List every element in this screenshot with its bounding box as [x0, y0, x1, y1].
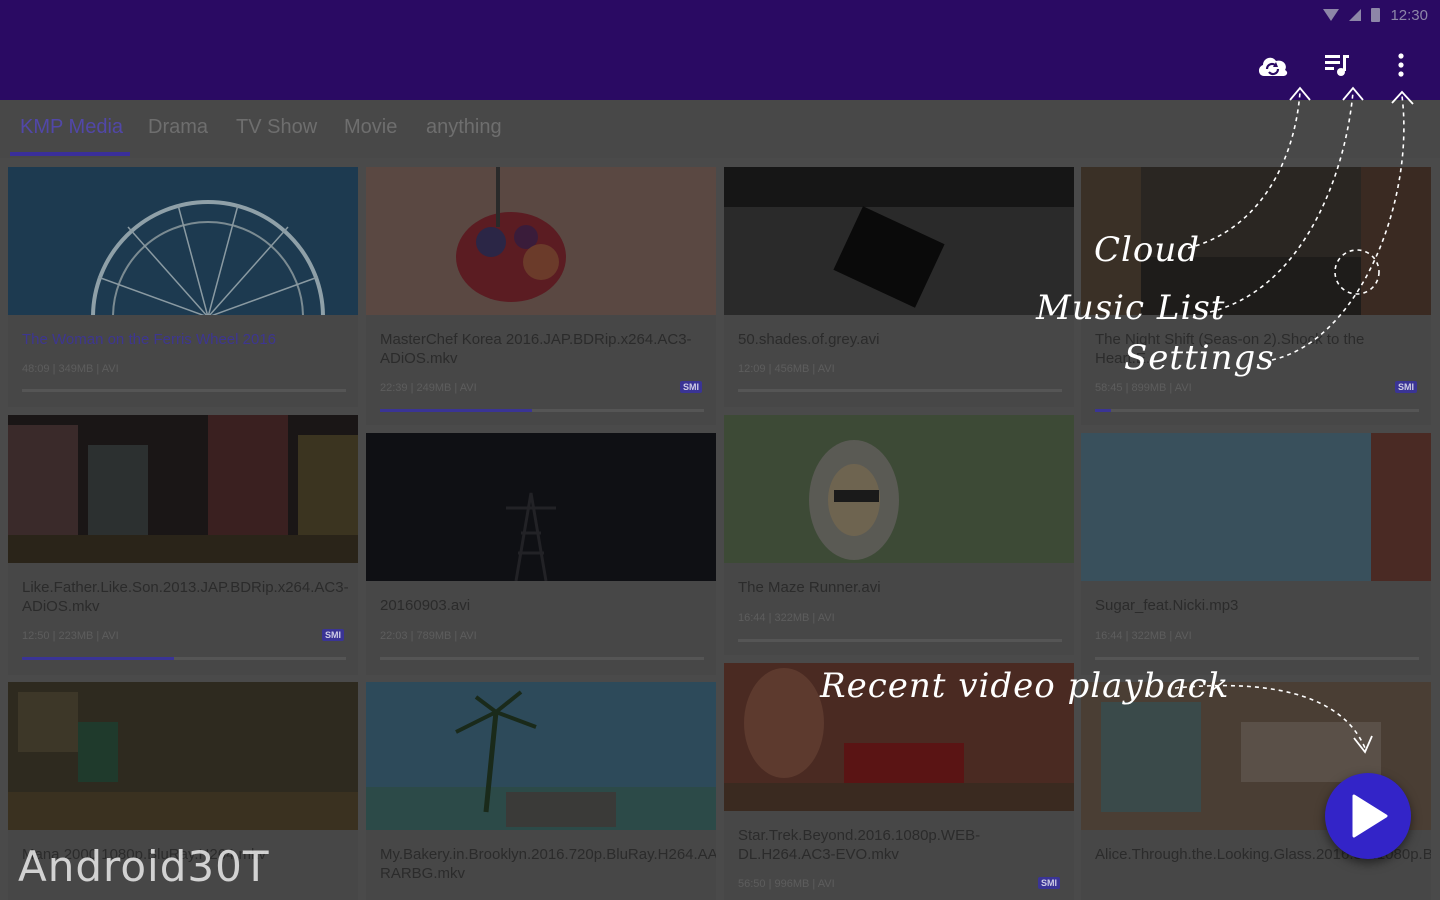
thumbnail-berries: [366, 167, 716, 315]
media-title: 50.shades.of.grey.avi: [738, 331, 880, 348]
tab-kmp-media[interactable]: KMP Media: [20, 116, 123, 139]
watch-progress: [738, 639, 1062, 642]
category-tabs: KMP Media Drama TV Show Movie anything: [0, 100, 1440, 158]
media-card[interactable]: 20160903.avi 22:03 | 789MB | AVI: [366, 433, 716, 675]
annotation-recent-playback: Recent video playback: [820, 666, 1230, 706]
media-meta: 16:44 | 322MB | AVI: [738, 612, 835, 624]
wifi-icon: [1323, 9, 1340, 21]
subtitle-badge: SMI: [1394, 381, 1417, 393]
thumbnail-sky-building: [1081, 433, 1431, 581]
media-title: 20160903.avi: [380, 597, 471, 614]
media-title: MasterChef Korea 2016.JAP.BDRip.x264.AC3…: [380, 331, 692, 367]
status-time: 12:30: [1390, 6, 1428, 24]
annotation-cloud: Cloud: [1094, 230, 1201, 270]
media-meta: 22:39 | 249MB | AVI: [380, 382, 477, 394]
cloud-button[interactable]: [1256, 48, 1290, 82]
watch-progress: [738, 389, 1062, 392]
thumbnail-ferris-wheel: [8, 167, 358, 315]
media-meta: 22:03 | 789MB | AVI: [380, 630, 477, 642]
media-title: Sugar_feat.Nicki.mp3: [1095, 597, 1239, 614]
app-screen: 12:30 KMP Media Drama TV Show Movie anyt…: [0, 0, 1440, 900]
subtitle-badge: SMI: [679, 381, 702, 393]
tab-tv-show[interactable]: TV Show: [236, 116, 317, 139]
watermark: Android30T: [18, 842, 270, 891]
thumbnail-cafe: [8, 682, 358, 830]
subtitle-badge: SMI: [1037, 877, 1060, 889]
tab-movie[interactable]: Movie: [344, 116, 397, 139]
tab-drama[interactable]: Drama: [148, 116, 208, 139]
music-list-button[interactable]: [1320, 48, 1354, 82]
media-title: The Woman on the Ferris Wheel 2016: [22, 331, 277, 348]
watch-progress: [22, 657, 346, 660]
battery-icon: [1371, 8, 1381, 22]
toolbar-actions: [1256, 48, 1418, 82]
thumbnail-woman-in-car: [724, 415, 1074, 563]
media-title: The Maze Runner.avi: [738, 579, 881, 596]
watch-progress: [380, 409, 704, 412]
media-meta: 48:09 | 349MB | AVI: [22, 363, 119, 375]
media-card[interactable]: The Maze Runner.avi 16:44 | 322MB | AVI: [724, 415, 1074, 655]
media-card[interactable]: My.Bakery.in.Brooklyn.2016.720p.BluRay.H…: [366, 682, 716, 900]
thumbnail-times-square: [8, 415, 358, 563]
annotation-music-list: Music List: [1036, 288, 1226, 328]
recent-playback-button[interactable]: [1325, 773, 1411, 859]
watch-progress: [1095, 657, 1419, 660]
cloud-sync-icon: [1258, 57, 1288, 76]
media-meta: 58:45 | 899MB | AVI: [1095, 382, 1192, 394]
media-title: My.Bakery.in.Brooklyn.2016.720p.BluRay.H…: [380, 846, 716, 882]
signal-icon: [1349, 9, 1362, 21]
watch-progress: [22, 389, 346, 392]
media-card[interactable]: 50.shades.of.grey.avi 12:09 | 456MB | AV…: [724, 167, 1074, 407]
playlist-music-icon: [1325, 55, 1349, 76]
thumbnail-night-sky-tower: [366, 433, 716, 581]
annotation-settings: Settings: [1124, 338, 1275, 378]
app-bar: 12:30: [0, 0, 1440, 100]
media-card[interactable]: Like.Father.Like.Son.2013.JAP.BDRip.x264…: [8, 415, 358, 675]
settings-menu-button[interactable]: [1384, 48, 1418, 82]
media-title: Star.Trek.Beyond.2016.1080p.WEB-DL.H264.…: [738, 827, 981, 863]
watch-progress: [1095, 409, 1419, 412]
play-icon: [1352, 794, 1388, 838]
media-card[interactable]: The Woman on the Ferris Wheel 2016 48:09…: [8, 167, 358, 407]
media-card[interactable]: Sugar_feat.Nicki.mp3 16:44 | 322MB | AVI: [1081, 433, 1431, 675]
media-meta: 12:09 | 456MB | AVI: [738, 363, 835, 375]
media-title: Like.Father.Like.Son.2013.JAP.BDRip.x264…: [22, 579, 349, 615]
media-meta: 12:50 | 223MB | AVI: [22, 630, 119, 642]
media-meta: 56:50 | 996MB | AVI: [738, 878, 835, 890]
more-vert-icon: [1398, 53, 1404, 77]
active-tab-indicator: [10, 152, 130, 156]
thumbnail-beach: [366, 682, 716, 830]
media-card[interactable]: MasterChef Korea 2016.JAP.BDRip.x264.AC3…: [366, 167, 716, 425]
thumbnail-phone: [724, 167, 1074, 315]
media-meta: 16:44 | 322MB | AVI: [1095, 630, 1192, 642]
status-bar: 12:30: [1323, 4, 1428, 26]
subtitle-badge: SMI: [321, 629, 344, 641]
watch-progress: [380, 657, 704, 660]
tab-anything[interactable]: anything: [426, 116, 502, 139]
